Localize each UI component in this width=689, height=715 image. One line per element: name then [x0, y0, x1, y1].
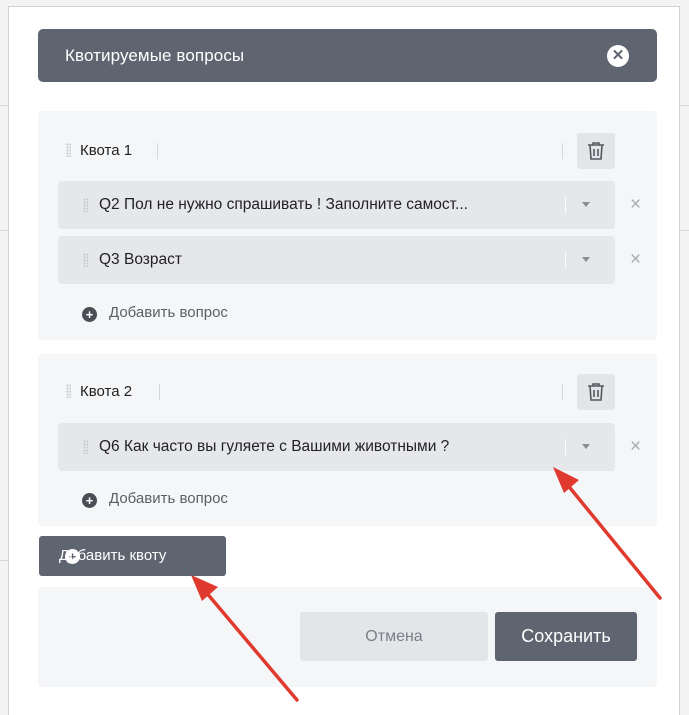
- annotation-arrows: [191, 467, 662, 702]
- annotation-arrow-icon: [191, 575, 299, 702]
- annotation-arrow-icon: [553, 467, 662, 600]
